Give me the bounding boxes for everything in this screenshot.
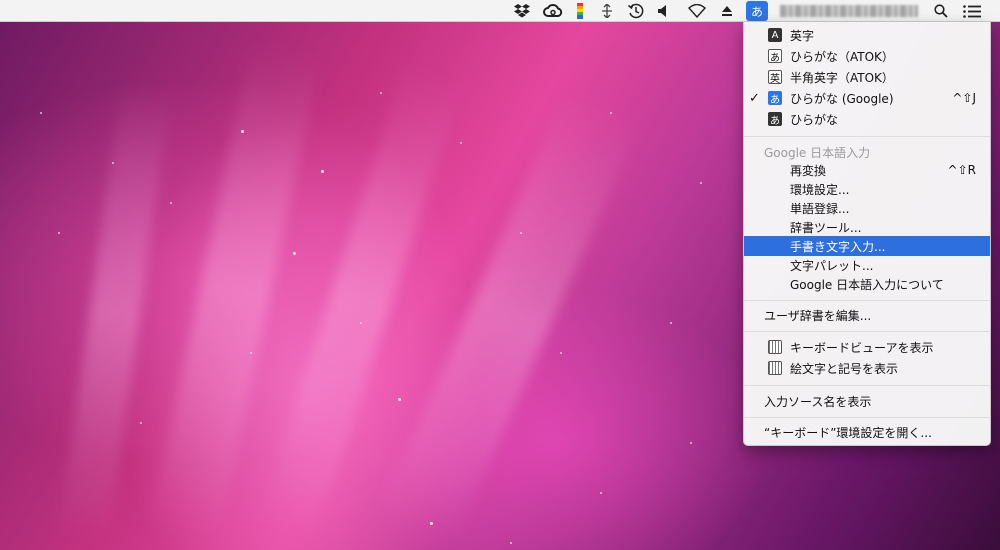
menu-separator: [744, 300, 990, 301]
menu-item-character-palette[interactable]: 文字パレット...: [744, 255, 990, 275]
google-ime-section-header: Google 日本語入力: [744, 142, 990, 162]
menu-item-open-keyboard-preferences[interactable]: “キーボード”環境設定を開く...: [744, 422, 990, 442]
menu-item-show-emoji-symbols[interactable]: 絵文字と記号を表示: [744, 358, 990, 378]
time-machine-icon[interactable]: [627, 3, 645, 19]
menu-item-dictionary-tool[interactable]: 辞書ツール...: [744, 217, 990, 237]
menu-item-hiragana[interactable]: あ ひらがな: [744, 109, 990, 129]
emoji-symbols-icon: [768, 361, 782, 375]
keyboard-shortcut: ^⇧R: [947, 163, 976, 177]
input-source-badge: A: [768, 28, 782, 42]
menu-bar: あ: [0, 0, 1000, 22]
dropbox-icon[interactable]: [513, 3, 531, 19]
menu-item-label: 文字パレット...: [790, 258, 874, 273]
menu-item-handwriting-input[interactable]: 手書き文字入力...: [744, 236, 990, 256]
menu-item-label: “キーボード”環境設定を開く...: [764, 425, 932, 440]
star: [610, 112, 612, 114]
star: [510, 542, 512, 544]
star: [360, 322, 362, 324]
menu-item-label: 環境設定...: [790, 182, 850, 197]
creative-cloud-icon[interactable]: [542, 3, 564, 19]
star: [690, 442, 692, 444]
blurred-user-name[interactable]: [780, 5, 918, 17]
section-header-label: Google 日本語入力: [764, 145, 871, 160]
notification-list-icon[interactable]: [962, 3, 982, 19]
eject-icon[interactable]: [719, 3, 735, 19]
menu-separator: [744, 417, 990, 418]
star: [58, 232, 60, 234]
wifi-icon[interactable]: [686, 3, 708, 19]
menu-item-hiragana-atok[interactable]: あ ひらがな（ATOK）: [744, 46, 990, 66]
menu-item-label: 半角英字（ATOK）: [790, 70, 894, 85]
menu-item-label: 絵文字と記号を表示: [790, 361, 899, 376]
star: [241, 130, 244, 133]
menu-item-label: 手書き文字入力...: [790, 239, 886, 254]
menu-item-label: 単語登録...: [790, 201, 850, 216]
star: [293, 252, 296, 255]
menu-separator: [744, 385, 990, 386]
star: [520, 232, 522, 234]
input-method-menu-button[interactable]: あ: [746, 1, 768, 21]
menu-item-about-google-ime[interactable]: Google 日本語入力について: [744, 274, 990, 294]
star: [560, 352, 562, 354]
menu-item-label: キーボードビューアを表示: [790, 340, 934, 355]
star: [600, 492, 602, 494]
menu-item-edit-user-dictionary[interactable]: ユーザ辞書を編集...: [744, 305, 990, 325]
star: [112, 162, 114, 164]
menu-item-label: ひらがな: [790, 112, 839, 127]
menu-item-hiragana-google[interactable]: ✓ あ ひらがな (Google) ^⇧J: [744, 88, 990, 108]
menu-item-word-register[interactable]: 単語登録...: [744, 198, 990, 218]
star: [380, 92, 382, 94]
menu-item-label: ひらがな（ATOK）: [790, 49, 894, 64]
menu-item-label: 辞書ツール...: [790, 220, 862, 235]
star: [460, 142, 462, 144]
color-bar-icon[interactable]: [574, 3, 586, 19]
star: [398, 398, 401, 401]
star: [170, 202, 172, 204]
menu-item-label: Google 日本語入力について: [790, 277, 944, 292]
input-source-badge: あ: [768, 49, 782, 64]
star: [250, 352, 252, 354]
star: [430, 522, 433, 525]
menu-item-show-keyboard-viewer[interactable]: キーボードビューアを表示: [744, 337, 990, 357]
checkmark-icon: ✓: [749, 90, 760, 106]
ime-indicator-label: あ: [750, 4, 763, 19]
menu-item-label: ユーザ辞書を編集...: [764, 308, 872, 323]
star: [140, 422, 142, 424]
star: [40, 112, 42, 114]
input-source-badge: あ: [768, 91, 782, 106]
menu-item-label: 再変換: [790, 163, 827, 178]
spotlight-search-icon[interactable]: [932, 3, 950, 19]
menu-item-label: ひらがな (Google): [790, 91, 894, 106]
network-arrows-icon[interactable]: [599, 3, 615, 19]
input-method-dropdown-menu: A 英字 あ ひらがな（ATOK） 英 半角英字（ATOK） ✓ あ ひらがな …: [743, 22, 991, 446]
keyboard-viewer-icon: [768, 340, 782, 354]
star: [700, 182, 702, 184]
menu-separator: [744, 331, 990, 332]
menu-item-show-input-source-name[interactable]: 入力ソース名を表示: [744, 391, 990, 411]
input-source-badge: あ: [768, 112, 782, 127]
volume-icon[interactable]: [656, 3, 670, 19]
star: [321, 170, 324, 173]
star: [670, 322, 672, 324]
menu-item-label: 入力ソース名を表示: [764, 394, 872, 409]
input-source-badge: 英: [768, 70, 782, 85]
menu-item-label: 英字: [790, 28, 815, 43]
menu-item-reconvert[interactable]: 再変換 ^⇧R: [744, 160, 990, 180]
menu-item-hankaku-eiji-atok[interactable]: 英 半角英字（ATOK）: [744, 67, 990, 87]
menu-item-eiji[interactable]: A 英字: [744, 25, 990, 45]
keyboard-shortcut: ^⇧J: [952, 91, 976, 105]
menu-item-preferences[interactable]: 環境設定...: [744, 179, 990, 199]
menu-separator: [744, 136, 990, 137]
light-ray: [58, 80, 172, 544]
